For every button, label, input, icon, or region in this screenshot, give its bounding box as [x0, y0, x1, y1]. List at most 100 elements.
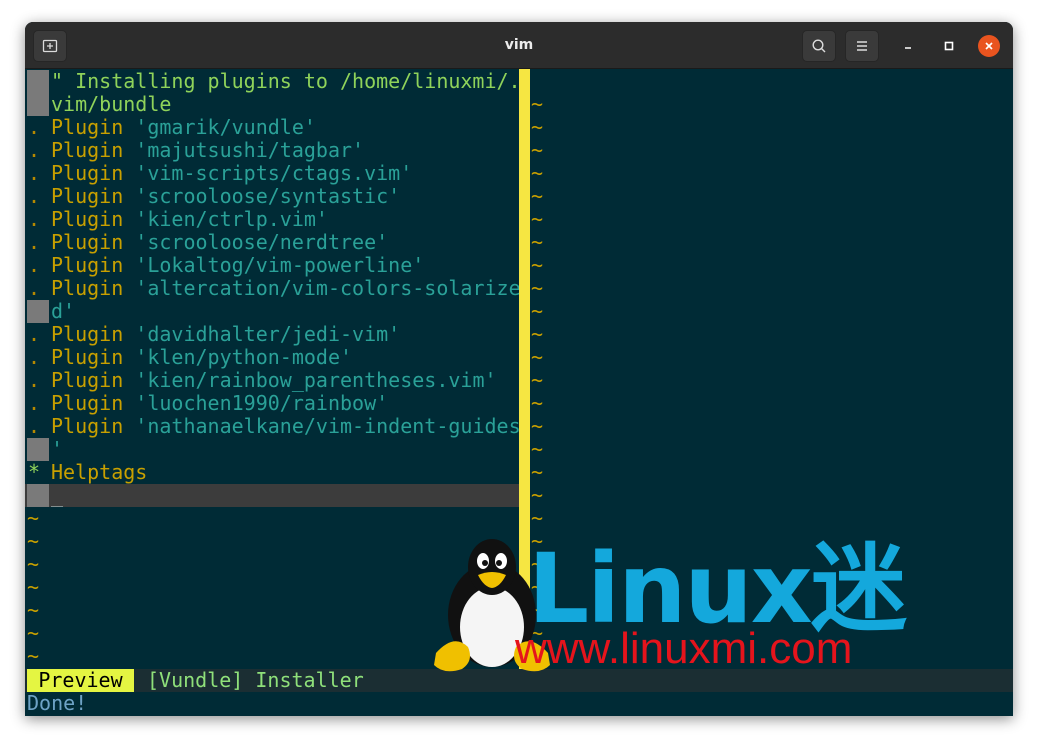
line-text: Plugin 'scrooloose/syntastic'	[51, 185, 400, 208]
line-status-marker: .	[28, 162, 41, 185]
buffer-line[interactable]: . Plugin 'kien/ctrlp.vim'	[25, 208, 519, 231]
syntax-token: 'Lokaltog/vim-powerline'	[135, 254, 425, 277]
syntax-token: Plugin	[51, 185, 136, 208]
line-text: Plugin 'vim-scripts/ctags.vim'	[51, 162, 412, 185]
tilde-marker: ~	[27, 645, 40, 668]
tilde-marker: ~	[27, 599, 40, 622]
buffer-line[interactable]: . Plugin 'altercation/vim-colors-solarize	[25, 277, 519, 300]
syntax-token: Helptags	[51, 461, 148, 484]
syntax-token: 'davidhalter/jedi-vim'	[135, 323, 401, 346]
buffer-line[interactable]: . Plugin 'vim-scripts/ctags.vim'	[25, 162, 519, 185]
syntax-token: Plugin	[51, 369, 136, 392]
tilde-marker: ~	[531, 322, 544, 346]
empty-line-marker: ~	[25, 576, 519, 599]
line-text: " Installing plugins to /home/linuxmi/.	[51, 70, 519, 93]
syntax-token: Plugin	[51, 277, 136, 300]
buffer-line[interactable]: . Plugin 'luochen1990/rainbow'	[25, 392, 519, 415]
line-text: Plugin 'luochen1990/rainbow'	[51, 392, 388, 415]
syntax-token: " Installing plugins to /home/linuxmi/.	[51, 70, 519, 93]
minimize-icon	[905, 47, 911, 49]
tilde-marker: ~	[27, 530, 40, 553]
empty-buffer-pane[interactable]: ~ ~ ~ ~ ~ ~ ~ ~ ~ ~ ~ ~ ~ ~ ~ ~ ~ ~ ~ ~ ~ ~ ~ ~ ~	[530, 69, 1013, 669]
syntax-token: 'vim-scripts/ctags.vim'	[135, 162, 413, 185]
buffer-line[interactable]: . Plugin 'gmarik/vundle'	[25, 116, 519, 139]
buffer-line[interactable]: vim/bundle	[25, 93, 519, 116]
maximize-button[interactable]	[938, 35, 960, 57]
tilde-marker: ~	[531, 437, 544, 461]
buffer-line[interactable]: . Plugin 'majutsushi/tagbar'	[25, 139, 519, 162]
line-text: Plugin 'majutsushi/tagbar'	[51, 139, 364, 162]
buffer-line[interactable]: . Plugin 'nathanaelkane/vim-indent-guides	[25, 415, 519, 438]
new-tab-button[interactable]	[33, 30, 67, 62]
buffer-line[interactable]: . Plugin 'davidhalter/jedi-vim'	[25, 323, 519, 346]
tilde-marker: ~	[531, 253, 544, 277]
line-status-marker: .	[28, 116, 41, 139]
vertical-split-separator[interactable]	[519, 69, 530, 669]
line-text: vim/bundle	[51, 93, 171, 116]
syntax-token: Plugin	[51, 162, 136, 185]
syntax-token: vim/bundle	[51, 93, 172, 116]
syntax-token: 'luochen1990/rainbow'	[135, 392, 389, 415]
line-text: Plugin 'Lokaltog/vim-powerline'	[51, 254, 424, 277]
terminal-area[interactable]: " Installing plugins to /home/linuxmi/. v…	[25, 69, 1013, 716]
buffer-line[interactable]: " Installing plugins to /home/linuxmi/.	[25, 70, 519, 93]
buffer-line[interactable]: . Plugin 'scrooloose/nerdtree'	[25, 231, 519, 254]
syntax-token: Plugin	[51, 415, 136, 438]
tilde-marker: ~	[27, 576, 40, 599]
title-bar: vim	[25, 22, 1013, 69]
syntax-token: Plugin	[51, 392, 136, 415]
syntax-token: _	[51, 484, 64, 507]
line-text: Plugin 'klen/python-mode'	[51, 346, 352, 369]
buffer-line[interactable]: . Plugin 'Lokaltog/vim-powerline'	[25, 254, 519, 277]
terminal-window: vim " Installing plugins to /home/linuxm…	[25, 22, 1013, 716]
buffer-line[interactable]: '	[25, 438, 519, 461]
line-status-marker: .	[28, 231, 41, 254]
cursor-line[interactable]: _	[25, 484, 519, 507]
syntax-token: 'altercation/vim-colors-solarize	[135, 277, 519, 300]
tilde-marker: ~	[531, 115, 544, 139]
tilde-marker: ~	[531, 598, 544, 622]
menu-button[interactable]	[845, 30, 879, 62]
tilde-marker: ~	[27, 553, 40, 576]
tilde-marker: ~	[531, 621, 544, 645]
tilde-marker: ~	[531, 345, 544, 369]
line-text: _	[51, 484, 63, 507]
buffer-line[interactable]: . Plugin 'klen/python-mode'	[25, 346, 519, 369]
empty-line-marker: ~	[25, 645, 519, 668]
sign-column	[27, 300, 49, 323]
new-tab-icon	[42, 39, 58, 53]
syntax-token: 'scrooloose/syntastic'	[135, 185, 401, 208]
search-icon	[812, 39, 826, 53]
tilde-marker: ~	[531, 184, 544, 208]
tilde-marker: ~	[531, 644, 544, 668]
buffer-name: [Vundle] Installer	[147, 668, 364, 692]
buffer-line[interactable]: * Helptags	[25, 461, 519, 484]
vundle-installer-pane[interactable]: " Installing plugins to /home/linuxmi/. v…	[25, 69, 519, 669]
close-button[interactable]	[978, 35, 1000, 57]
close-icon	[985, 42, 993, 50]
search-button[interactable]	[802, 30, 836, 62]
line-text: Plugin 'kien/rainbow_parentheses.vim'	[51, 369, 497, 392]
buffer-line[interactable]: . Plugin 'scrooloose/syntastic'	[25, 185, 519, 208]
buffer-line[interactable]: d'	[25, 300, 519, 323]
preview-mode-indicator: Preview	[27, 669, 134, 692]
syntax-token: Plugin	[51, 323, 136, 346]
tilde-marker: ~	[531, 575, 544, 599]
syntax-token: 'majutsushi/tagbar'	[135, 139, 365, 162]
syntax-token: Plugin	[51, 139, 136, 162]
line-status-marker: .	[28, 369, 41, 392]
empty-line-marker: ~	[25, 622, 519, 645]
buffer-line[interactable]: . Plugin 'kien/rainbow_parentheses.vim'	[25, 369, 519, 392]
syntax-token: 'kien/rainbow_parentheses.vim'	[135, 369, 497, 392]
syntax-token: 'gmarik/vundle'	[135, 116, 316, 139]
tilde-marker: ~	[531, 207, 544, 231]
line-status-marker: .	[28, 323, 41, 346]
minimize-button[interactable]	[897, 35, 919, 57]
maximize-icon	[944, 41, 954, 51]
line-status-marker: .	[28, 139, 41, 162]
syntax-token: Plugin	[51, 116, 136, 139]
line-text: '	[51, 438, 63, 461]
tilde-marker: ~	[531, 552, 544, 576]
line-status-marker: .	[28, 208, 41, 231]
syntax-token: 'klen/python-mode'	[135, 346, 353, 369]
